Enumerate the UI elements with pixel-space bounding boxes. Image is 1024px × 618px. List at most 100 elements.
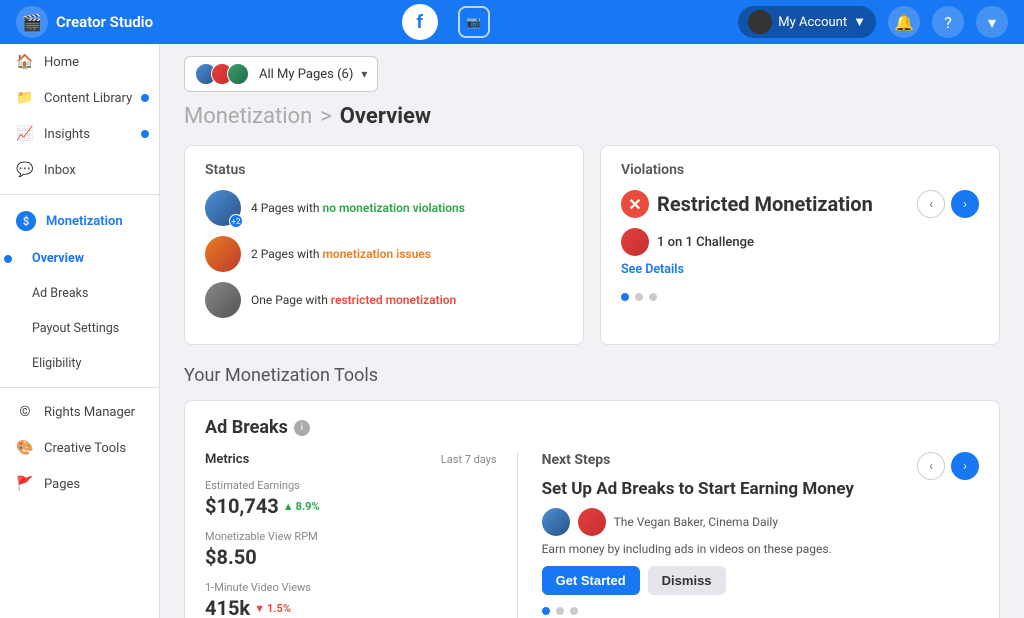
views-change: ▼ 1.5% <box>254 602 291 615</box>
ad-breaks-body: Metrics Last 7 days Estimated Earnings $… <box>205 452 979 618</box>
metric-name-rpm: Monetizable View RPM <box>205 530 497 543</box>
sidebar-item-payout-settings[interactable]: Payout Settings <box>0 311 159 346</box>
rights-manager-icon: © <box>16 404 34 420</box>
challenge-text: 1 on 1 Challenge <box>657 235 754 250</box>
active-dot <box>4 255 12 263</box>
insights-dot <box>141 130 149 138</box>
status-item-monetization-issues: 2 Pages with monetization issues <box>205 236 563 272</box>
next-steps-content: Next Steps Set Up Ad Breaks to Start Ear… <box>542 452 854 595</box>
sidebar-item-monetization[interactable]: $ Monetization <box>0 201 159 241</box>
sidebar-item-overview[interactable]: Overview <box>0 241 159 276</box>
next-steps-nav-arrows: ‹ › <box>917 452 979 480</box>
next-steps-prev-arrow[interactable]: ‹ <box>917 452 945 480</box>
dot-2 <box>635 293 643 301</box>
sidebar-item-inbox[interactable]: 💬 Inbox <box>0 152 159 188</box>
sidebar-divider-2 <box>0 387 159 388</box>
metric-name-earnings: Estimated Earnings <box>205 479 497 492</box>
sidebar-item-label: Rights Manager <box>44 405 135 420</box>
account-label: My Account <box>778 15 847 30</box>
metrics-col: Metrics Last 7 days Estimated Earnings $… <box>205 452 518 618</box>
violation-nav-arrows: ‹ › <box>917 190 979 218</box>
status-avatar-2 <box>205 236 241 272</box>
sidebar-item-rights-manager[interactable]: © Rights Manager <box>0 394 159 430</box>
violation-header: ✕ Restricted Monetization <box>621 190 873 218</box>
sidebar-item-label: Payout Settings <box>32 321 119 336</box>
metric-rpm: Monetizable View RPM $8.50 <box>205 530 497 569</box>
sidebar-item-insights[interactable]: 📈 Insights <box>0 116 159 152</box>
notifications-button[interactable]: 🔔 <box>888 6 920 38</box>
page-avatars <box>195 63 243 85</box>
platform-switcher: f 📷 <box>402 4 490 40</box>
violation-prev-arrow[interactable]: ‹ <box>917 190 945 218</box>
status-text-2: 2 Pages with monetization issues <box>251 246 431 263</box>
breadcrumb-separator: > <box>320 104 332 129</box>
home-icon: 🏠 <box>16 54 34 70</box>
ns-avatar-2 <box>578 508 606 536</box>
monetization-icon: $ <box>16 211 36 231</box>
ns-dot-2 <box>556 607 564 615</box>
dot-1 <box>621 293 629 301</box>
sidebar-item-content-library[interactable]: 📁 Content Library <box>0 80 159 116</box>
metric-value-rpm: $8.50 <box>205 545 497 569</box>
body: 🏠 Home 📁 Content Library 📈 Insights 💬 In… <box>0 44 1024 618</box>
top-nav: 🎬 Creator Studio f 📷 My Account ▼ 🔔 ? ▾ <box>0 0 1024 44</box>
next-steps-col: Next Steps Set Up Ad Breaks to Start Ear… <box>538 452 979 618</box>
page-avatar-3 <box>227 63 249 85</box>
instagram-platform-btn[interactable]: 📷 <box>458 6 490 38</box>
ns-avatar-1 <box>542 508 570 536</box>
metric-video-views: 1-Minute Video Views 415k ▼ 1.5% <box>205 581 497 618</box>
monetization-tools-title: Your Monetization Tools <box>184 365 1000 386</box>
pages-icon: 🚩 <box>16 476 34 492</box>
dismiss-button[interactable]: Dismiss <box>648 566 726 595</box>
next-steps-top-row: Next Steps Set Up Ad Breaks to Start Ear… <box>542 452 979 595</box>
violations-card: Violations ✕ Restricted Monetization 1 o… <box>600 145 1000 345</box>
ad-breaks-card: Ad Breaks i Metrics Last 7 days Estimate… <box>184 400 1000 618</box>
next-steps-next-arrow[interactable]: › <box>951 452 979 480</box>
page-selector-chevron: ▾ <box>361 67 367 81</box>
breadcrumb-parent: Monetization <box>184 104 312 129</box>
facebook-platform-btn[interactable]: f <box>402 4 438 40</box>
main-content: All My Pages (6) ▾ Monetization > Overvi… <box>160 44 1024 618</box>
sidebar-item-label: Pages <box>44 477 80 492</box>
ad-breaks-title: Ad Breaks <box>205 417 288 438</box>
metric-estimated-earnings: Estimated Earnings $10,743 ▲ 8.9% <box>205 479 497 518</box>
ad-breaks-header: Ad Breaks i <box>205 417 979 438</box>
page-selector[interactable]: All My Pages (6) ▾ <box>184 56 378 92</box>
insights-icon: 📈 <box>16 126 34 142</box>
violation-title: Restricted Monetization <box>657 192 873 216</box>
get-started-button[interactable]: Get Started <box>542 566 640 595</box>
sidebar-item-label: Creative Tools <box>44 441 126 456</box>
next-steps-pages: The Vegan Baker, Cinema Daily <box>542 508 854 536</box>
status-item-restricted: One Page with restricted monetization <box>205 282 563 318</box>
sidebar-item-pages[interactable]: 🚩 Pages <box>0 466 159 502</box>
ns-description: Earn money by including ads in videos on… <box>542 542 854 556</box>
account-chevron: ▼ <box>853 14 866 30</box>
violation-sub: 1 on 1 Challenge <box>621 228 873 256</box>
account-button[interactable]: My Account ▼ <box>738 6 876 38</box>
see-details-link[interactable]: See Details <box>621 262 873 277</box>
help-button[interactable]: ? <box>932 6 964 38</box>
content-library-dot <box>141 94 149 102</box>
app-icon: 🎬 <box>16 6 48 38</box>
next-steps-title: Next Steps <box>542 452 854 468</box>
challenge-avatar <box>621 228 649 256</box>
sidebar-item-label: Content Library <box>44 91 132 106</box>
sidebar-item-home[interactable]: 🏠 Home <box>0 44 159 80</box>
sidebar-item-label: Overview <box>32 251 84 266</box>
avatar-badge: +2 <box>229 214 243 228</box>
violation-next-arrow[interactable]: › <box>951 190 979 218</box>
sidebar-item-ad-breaks[interactable]: Ad Breaks <box>0 276 159 311</box>
ad-breaks-info-icon[interactable]: i <box>294 420 310 436</box>
content-library-icon: 📁 <box>16 90 34 106</box>
settings-button[interactable]: ▾ <box>976 6 1008 38</box>
metrics-label: Metrics <box>205 452 249 467</box>
sidebar-item-creative-tools[interactable]: 🎨 Creative Tools <box>0 430 159 466</box>
ns-actions: Get Started Dismiss <box>542 566 854 595</box>
status-item-no-violations: +2 4 Pages with no monetization violatio… <box>205 190 563 226</box>
violations-card-title: Violations <box>621 162 979 178</box>
violation-dot-nav <box>621 293 979 301</box>
overview-cards: Status +2 4 Pages with no monetization v… <box>184 145 1000 345</box>
sidebar-item-eligibility[interactable]: Eligibility <box>0 346 159 381</box>
dot-3 <box>649 293 657 301</box>
account-avatar <box>748 10 772 34</box>
